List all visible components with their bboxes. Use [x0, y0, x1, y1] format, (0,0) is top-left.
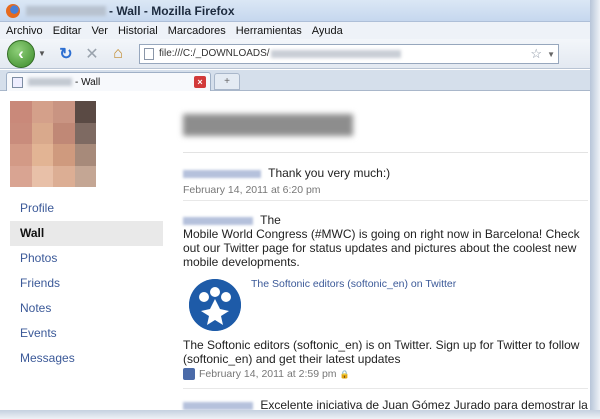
- divider: [183, 200, 588, 201]
- wall-post: Thank you very much:) February 14, 2011 …: [183, 166, 588, 197]
- tab-title: - Wall: [75, 76, 101, 88]
- wall-post: The Mobile World Congress (#MWC) is goin…: [183, 213, 588, 269]
- chevron-down-icon: ▼: [38, 49, 46, 58]
- sidebar-item-notes[interactable]: Notes: [10, 296, 163, 321]
- menu-ayuda[interactable]: Ayuda: [312, 25, 343, 37]
- new-tab-button[interactable]: +: [214, 73, 240, 90]
- tab-redacted-name: [28, 78, 72, 86]
- profile-name-redacted: [183, 114, 353, 136]
- sidebar-item-events[interactable]: Events: [10, 321, 163, 346]
- home-button[interactable]: ⌂: [107, 43, 129, 65]
- window-title: - Wall - Mozilla Firefox: [109, 3, 235, 18]
- sidebar-item-photos[interactable]: Photos: [10, 246, 163, 271]
- menu-editar[interactable]: Editar: [53, 25, 82, 37]
- menu-herramientas[interactable]: Herramientas: [236, 25, 302, 37]
- attachment-description: The Softonic editors (softonic_en) is on…: [183, 338, 580, 366]
- page-icon: [12, 76, 23, 88]
- page-icon: [144, 47, 154, 60]
- window-frame-right: [590, 0, 600, 419]
- post-author[interactable]: [183, 401, 253, 410]
- post-source-icon: [183, 368, 195, 380]
- post-timestamp[interactable]: February 14, 2011 at 2:59 pm: [199, 368, 337, 380]
- stop-button[interactable]: ✕: [81, 43, 103, 65]
- post-author[interactable]: [183, 169, 261, 178]
- divider: [183, 152, 588, 153]
- post-text: Excelente iniciativa de Juan Gómez Jurad…: [260, 398, 588, 410]
- post-timestamp[interactable]: February 14, 2011 at 6:20 pm: [183, 183, 588, 197]
- sidebar-nav: Profile Wall Photos Friends Notes Events…: [10, 196, 163, 371]
- post-text: Thank you very much:): [268, 166, 391, 180]
- browser-window: - Wall - Mozilla Firefox Archivo Editar …: [0, 0, 600, 419]
- post-body: Mobile World Congress (#MWC) is going on…: [183, 227, 580, 269]
- post-text: The: [260, 213, 281, 227]
- url-text: file:///C:/_DOWNLOADS/: [159, 48, 270, 59]
- navigation-toolbar: ‹ ▼ ↻ ✕ ⌂ file:///C:/_DOWNLOADS/ ☆ ▼: [0, 39, 590, 69]
- avatar[interactable]: [10, 101, 96, 187]
- back-button[interactable]: ‹: [7, 39, 35, 68]
- home-icon: ⌂: [113, 44, 123, 62]
- post-author[interactable]: [183, 216, 253, 225]
- sidebar-item-wall[interactable]: Wall: [10, 221, 163, 246]
- lock-icon: 🔒: [339, 369, 350, 379]
- reload-icon: ↻: [59, 45, 73, 63]
- sidebar-item-messages[interactable]: Messages: [10, 346, 163, 371]
- back-arrow-icon: ‹: [18, 43, 24, 63]
- title-redacted-name: [26, 5, 106, 16]
- menu-marcadores[interactable]: Marcadores: [168, 25, 226, 37]
- sidebar-item-friends[interactable]: Friends: [10, 271, 163, 296]
- sidebar-item-profile[interactable]: Profile: [10, 196, 163, 221]
- url-dropdown-icon[interactable]: ▼: [547, 50, 555, 59]
- title-bar: - Wall - Mozilla Firefox: [0, 0, 590, 22]
- history-dropdown-button[interactable]: ▼: [35, 43, 49, 65]
- wall-post: Excelente iniciativa de Juan Gómez Jurad…: [183, 398, 588, 410]
- divider: [183, 388, 588, 389]
- post-meta: February 14, 2011 at 2:59 pm 🔒: [183, 368, 350, 380]
- stop-icon: ✕: [85, 45, 99, 63]
- star-icon[interactable]: ☆: [530, 46, 542, 62]
- tab-strip: - Wall × +: [0, 70, 590, 91]
- page-content: Profile Wall Photos Friends Notes Events…: [0, 92, 590, 410]
- menu-archivo[interactable]: Archivo: [6, 25, 43, 37]
- url-redacted-path: [270, 49, 401, 58]
- window-frame-bottom: [0, 410, 600, 419]
- menu-historial[interactable]: Historial: [118, 25, 158, 37]
- firefox-logo-icon: [6, 3, 20, 18]
- attachment-title[interactable]: The Softonic editors (softonic_en) on Tw…: [251, 278, 456, 290]
- tab-wall[interactable]: - Wall ×: [6, 72, 211, 91]
- menu-ver[interactable]: Ver: [91, 25, 108, 37]
- link-attachment[interactable]: The Softonic editors (softonic_en) on Tw…: [183, 276, 588, 334]
- reload-button[interactable]: ↻: [55, 43, 77, 65]
- menu-bar: Archivo Editar Ver Historial Marcadores …: [0, 22, 590, 39]
- url-bar[interactable]: file:///C:/_DOWNLOADS/ ☆ ▼: [139, 43, 559, 64]
- close-icon[interactable]: ×: [194, 76, 206, 88]
- softonic-logo-icon: [189, 279, 241, 331]
